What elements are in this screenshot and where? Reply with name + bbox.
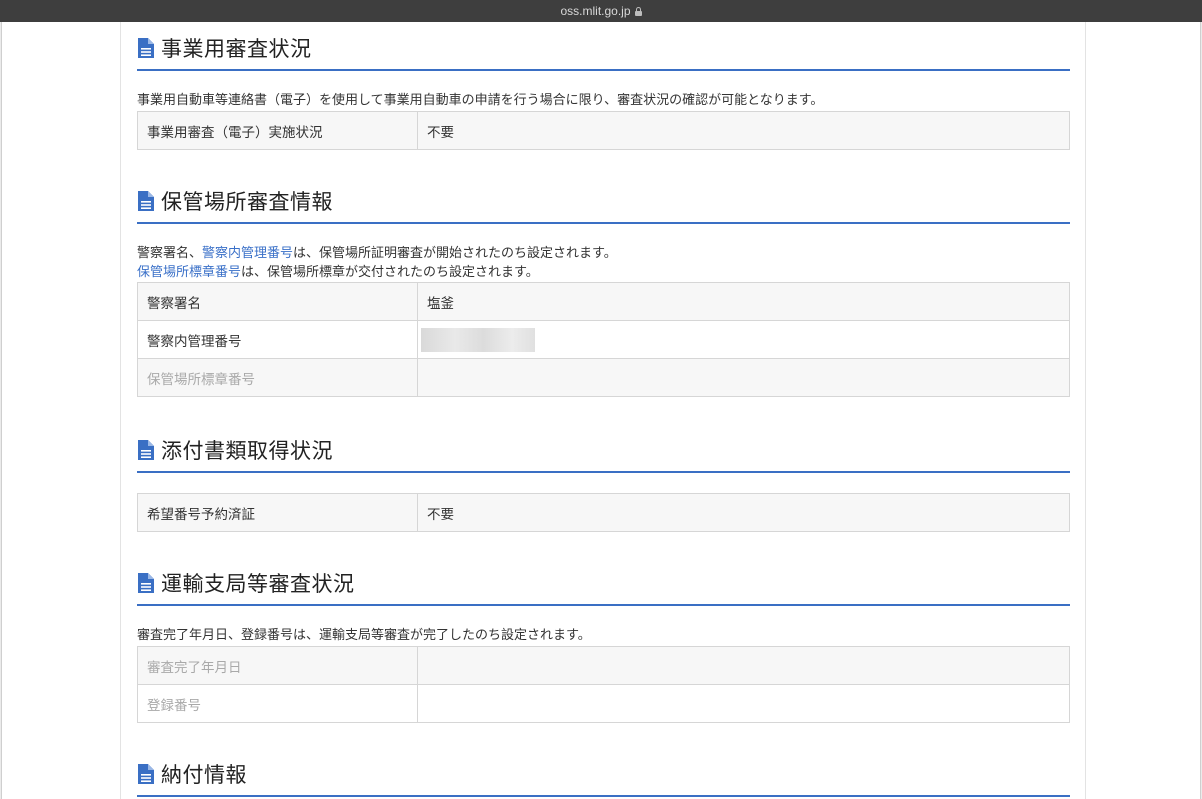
document-icon — [138, 572, 154, 593]
row-label: 事業用審査（電子）実施状況 — [137, 111, 418, 150]
row-label: 希望番号予約済証 — [137, 493, 418, 532]
table-row: 保管場所標章番号 — [137, 358, 1070, 397]
section-title: 保管場所審査情報 — [161, 189, 333, 214]
row-value — [417, 358, 1070, 397]
main-content: 事業用審査状況 事業用自動車等連絡書（電子）を使用して事業用自動車の申請を行う場… — [120, 22, 1086, 799]
police-management-number-link[interactable]: 警察内管理番号 — [202, 246, 293, 261]
table-row: 警察内管理番号 — [137, 320, 1070, 359]
section-header: 納付情報 — [137, 748, 1070, 797]
row-value: 不要 — [417, 111, 1070, 150]
browser-url-bar[interactable]: oss.mlit.go.jp — [0, 0, 1202, 22]
row-value — [417, 684, 1070, 723]
section-attachments: 添付書類取得状況 希望番号予約済証 不要 — [137, 424, 1070, 532]
document-icon — [138, 37, 154, 58]
storage-review-table: 警察署名 塩釜 警察内管理番号 保管場所標章番号 — [137, 282, 1070, 397]
section-header: 保管場所審査情報 — [137, 175, 1070, 224]
table-row: 審査完了年月日 — [137, 646, 1070, 685]
row-label: 登録番号 — [137, 684, 418, 723]
document-icon — [138, 190, 154, 211]
note-text: は、保管場所標章が交付されたのち設定されます。 — [241, 265, 539, 280]
section-note-1: 警察署名、警察内管理番号は、保管場所証明審査が開始されたのち設定されます。 — [137, 244, 1070, 263]
section-note: 審査完了年月日、登録番号は、運輸支局等審査が完了したのち設定されます。 — [137, 628, 591, 643]
section-title: 事業用審査状況 — [161, 36, 312, 61]
row-value — [417, 646, 1070, 685]
section-header: 添付書類取得状況 — [137, 424, 1070, 473]
section-note-2: 保管場所標章番号は、保管場所標章が交付されたのち設定されます。 — [137, 263, 1070, 282]
table-row: 希望番号予約済証 不要 — [137, 493, 1070, 532]
redacted-value — [421, 327, 535, 352]
section-header: 事業用審査状況 — [137, 22, 1070, 71]
page-frame: 事業用審査状況 事業用自動車等連絡書（電子）を使用して事業用自動車の申請を行う場… — [1, 22, 1201, 799]
table-row: 登録番号 — [137, 684, 1070, 723]
section-title: 運輸支局等審査状況 — [161, 571, 355, 596]
attachments-table: 希望番号予約済証 不要 — [137, 493, 1070, 532]
row-label: 保管場所標章番号 — [137, 358, 418, 397]
note-text: は、保管場所証明審査が開始されたのち設定されます。 — [293, 246, 617, 261]
document-icon — [138, 763, 154, 784]
section-title: 納付情報 — [161, 762, 247, 787]
url-text: oss.mlit.go.jp — [560, 4, 631, 18]
row-value: 不要 — [417, 493, 1070, 532]
row-label: 審査完了年月日 — [137, 646, 418, 685]
table-row: 警察署名 塩釜 — [137, 282, 1070, 321]
row-value: 塩釜 — [417, 282, 1070, 321]
transport-review-table: 審査完了年月日 登録番号 — [137, 646, 1070, 723]
row-value-redacted — [417, 320, 1070, 359]
note-text: 警察署名、 — [137, 246, 203, 261]
section-title: 添付書類取得状況 — [161, 438, 333, 463]
row-label: 警察署名 — [137, 282, 418, 321]
section-transport-review: 運輸支局等審査状況 審査完了年月日、登録番号は、運輸支局等審査が完了したのち設定… — [137, 557, 1070, 723]
row-label: 警察内管理番号 — [137, 320, 418, 359]
section-storage-review: 保管場所審査情報 警察署名、警察内管理番号は、保管場所証明審査が開始されたのち設… — [137, 175, 1070, 397]
table-row: 事業用審査（電子）実施状況 不要 — [137, 111, 1070, 150]
section-header: 運輸支局等審査状況 — [137, 557, 1070, 606]
storage-badge-number-link[interactable]: 保管場所標章番号 — [137, 265, 241, 280]
section-payment: 納付情報 — [137, 748, 1070, 797]
section-business-review: 事業用審査状況 事業用自動車等連絡書（電子）を使用して事業用自動車の申請を行う場… — [137, 22, 1070, 150]
lock-icon — [634, 6, 642, 16]
document-icon — [138, 439, 154, 460]
business-review-table: 事業用審査（電子）実施状況 不要 — [137, 111, 1070, 150]
section-note: 事業用自動車等連絡書（電子）を使用して事業用自動車の申請を行う場合に限り、審査状… — [137, 93, 824, 108]
